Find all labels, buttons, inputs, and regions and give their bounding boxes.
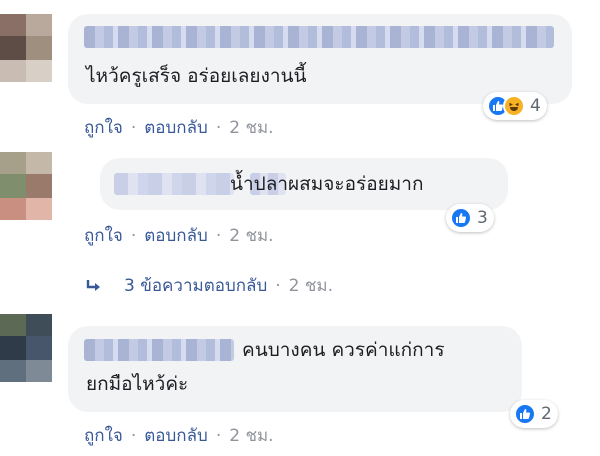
separator-dot: · — [215, 225, 222, 246]
avatar-pixel — [26, 36, 52, 60]
avatar-pixel — [0, 336, 26, 360]
avatar-pixel — [0, 14, 26, 36]
avatar[interactable] — [0, 152, 52, 220]
commenter-name-blurred[interactable] — [84, 26, 554, 48]
avatar[interactable] — [0, 314, 52, 382]
avatar-pixel — [26, 198, 52, 220]
reply-link[interactable]: ตอบกลับ — [144, 114, 208, 141]
comment-text: คนบางคน ควรค่าแก่การ — [242, 339, 445, 361]
reply-arrow-icon — [86, 279, 100, 291]
reaction-count: 3 — [477, 208, 488, 228]
avatar-pixel — [0, 60, 26, 82]
avatar-pixel — [0, 360, 26, 382]
separator-dot: · — [215, 117, 222, 138]
comment-bubble: คนบางคน ควรค่าแก่การ ยกมือไหว้ค่ะ — [68, 326, 522, 412]
separator-dot: · — [215, 425, 222, 446]
separator-dot: · — [130, 225, 137, 246]
reaction-summary[interactable]: 2 — [510, 400, 558, 428]
timestamp[interactable]: 2 ชม. — [289, 272, 333, 299]
reaction-summary[interactable]: 4 — [483, 92, 547, 120]
avatar-pixel — [26, 360, 52, 382]
comment-actions: ถูกใจ · ตอบกลับ · 2 ชม. — [84, 422, 274, 449]
comment-bubble: ไหว้ครูเสร็จ อร่อยเลยงานนี้ — [68, 14, 572, 104]
avatar-pixel — [26, 314, 52, 336]
reply-link[interactable]: ตอบกลับ — [144, 422, 208, 449]
comment-text: ยกมือไหว้ค่ะ — [86, 373, 189, 395]
avatar-pixel — [26, 152, 52, 174]
avatar-pixel — [26, 14, 52, 36]
timestamp[interactable]: 2 ชม. — [229, 222, 273, 249]
avatar-pixel — [0, 198, 26, 220]
avatar-pixel — [0, 174, 26, 198]
comment-bubble: น้ำปลาผสมจะอร่อยมาก — [100, 158, 508, 210]
timestamp[interactable]: 2 ชม. — [229, 422, 273, 449]
view-replies-row: 3 ข้อความตอบกลับ · 2 ชม. — [84, 272, 333, 299]
avatar-pixel — [0, 152, 26, 174]
reaction-count: 2 — [541, 404, 552, 424]
comment-actions: ถูกใจ · ตอบกลับ · 2 ชม. — [84, 114, 274, 141]
avatar-pixel — [0, 314, 26, 336]
reaction-count: 4 — [530, 96, 541, 116]
like-link[interactable]: ถูกใจ — [84, 422, 123, 449]
comment-actions: ถูกใจ · ตอบกลับ · 2 ชม. — [84, 222, 274, 249]
laughing-face-icon — [503, 95, 525, 117]
like-link[interactable]: ถูกใจ — [84, 222, 123, 249]
thumbs-up-icon — [450, 207, 472, 229]
reply-link[interactable]: ตอบกลับ — [144, 222, 208, 249]
avatar[interactable] — [0, 14, 52, 82]
timestamp[interactable]: 2 ชม. — [229, 114, 273, 141]
avatar-pixel — [26, 336, 52, 360]
thumbs-up-icon — [514, 403, 536, 425]
comment-text: ไหว้ครูเสร็จ อร่อยเลยงานนี้ — [86, 65, 307, 87]
avatar-pixel — [26, 174, 52, 198]
separator-dot: · — [275, 275, 281, 296]
comment-text: น้ำปลาผสมจะอร่อยมาก — [230, 173, 424, 195]
reaction-summary[interactable]: 3 — [446, 204, 494, 232]
commenter-name-blurred[interactable] — [84, 339, 234, 361]
separator-dot: · — [130, 117, 137, 138]
separator-dot: · — [130, 425, 137, 446]
view-replies-link[interactable]: 3 ข้อความตอบกลับ — [124, 272, 267, 299]
like-link[interactable]: ถูกใจ — [84, 114, 123, 141]
avatar-pixel — [26, 60, 52, 82]
commenter-name-blurred[interactable] — [114, 173, 234, 195]
avatar-pixel — [0, 36, 26, 60]
